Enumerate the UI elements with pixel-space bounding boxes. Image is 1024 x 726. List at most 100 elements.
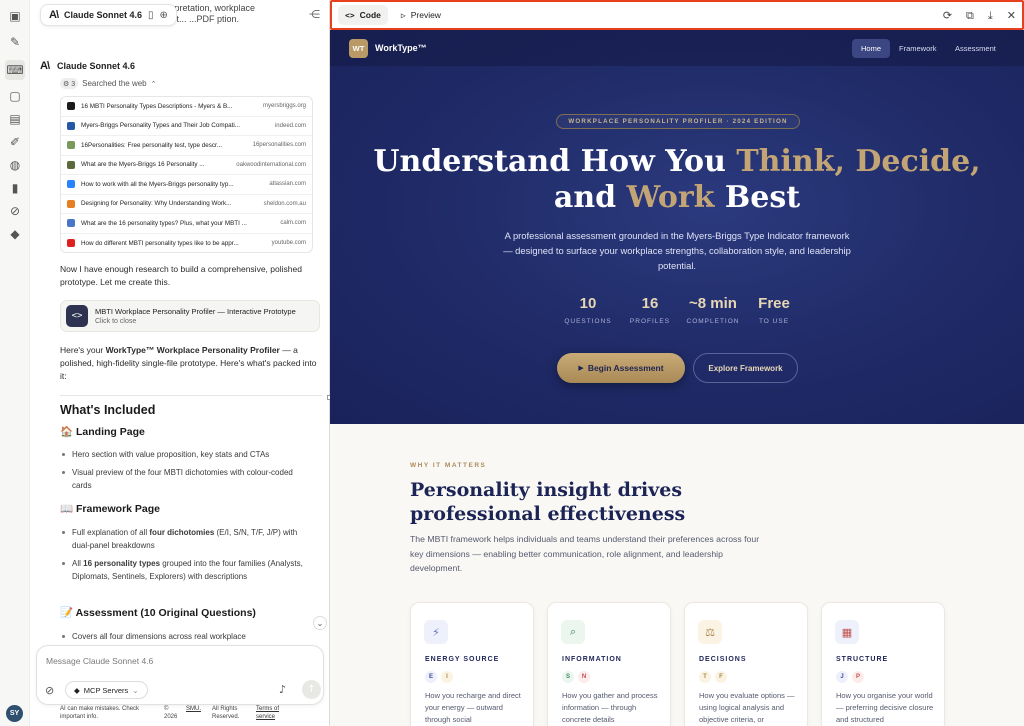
message-input[interactable] bbox=[46, 654, 306, 668]
letter-chip: T bbox=[699, 671, 711, 683]
response-paragraph: Here's your WorkType™ Workplace Personal… bbox=[60, 345, 317, 381]
site-logo-text[interactable]: WorkType™ bbox=[375, 43, 427, 53]
letter-chip: S bbox=[562, 671, 574, 683]
close-icon[interactable]: ✕ bbox=[1007, 9, 1016, 23]
documents-icon[interactable]: ▤ bbox=[7, 111, 23, 127]
nav-framework[interactable]: Framework bbox=[890, 39, 946, 58]
search-result-item[interactable]: How to work with all the Myers-Briggs pe… bbox=[61, 175, 312, 195]
explore-framework-button[interactable]: Explore Framework bbox=[693, 353, 798, 383]
stat-completion: ~8 min COMPLETION bbox=[686, 295, 740, 325]
search-result-domain: 16personalities.com bbox=[252, 142, 306, 149]
card-decisions[interactable]: ⚖ DECISIONS T F How you evaluate options… bbox=[684, 602, 808, 726]
bookmark-icon[interactable]: ▮ bbox=[7, 180, 23, 196]
rights: All Rights Reserved. bbox=[212, 706, 240, 720]
search-results-list: 16 MBTI Personality Types Descriptions -… bbox=[60, 96, 313, 253]
preview-pane: <> Code ▷ Preview ⟳ ⧉ ⤓ ✕ WT WorkType™ H… bbox=[330, 0, 1024, 726]
company-link[interactable]: SMU. bbox=[186, 706, 204, 726]
mcp-servers-button[interactable]: ◆ MCP Servers ⌄ bbox=[65, 681, 148, 699]
card-information[interactable]: ⌕ INFORMATION S N How you gather and pro… bbox=[547, 602, 671, 726]
preview-actions: ⟳ ⧉ ⤓ ✕ bbox=[943, 9, 1016, 23]
search-result-item[interactable]: Designing for Personality: Why Understan… bbox=[61, 195, 312, 214]
site-hero: WT WorkType™ Home Framework Assessment W… bbox=[330, 30, 1024, 424]
searched-web-toggle[interactable]: ⚙ 3 Searched the web ⌃ bbox=[60, 78, 157, 89]
search-result-item[interactable]: How do different MBTI personality types … bbox=[61, 234, 312, 253]
section-heading: What's Included bbox=[60, 403, 156, 417]
scales-icon: ⚖ bbox=[698, 620, 722, 644]
begin-assessment-button[interactable]: ▶ Begin Assessment bbox=[557, 353, 685, 383]
sidebar-toggle-icon[interactable]: ▣ bbox=[7, 8, 23, 24]
subheading-framework: 📖 Framework Page bbox=[60, 503, 161, 515]
code-icon: <> bbox=[66, 305, 88, 327]
why-it-matters-section: WHY IT MATTERS Personality insight drive… bbox=[330, 424, 1024, 726]
bookmark-icon[interactable]: ▯ bbox=[148, 10, 154, 21]
list-item: Visual preview of the four MBTI dichotom… bbox=[62, 466, 312, 492]
search-source-icons: ⚙ 3 bbox=[60, 78, 79, 89]
copy-icon[interactable]: ⧉ bbox=[966, 9, 974, 23]
hero-title-line2: and Work Best bbox=[553, 180, 801, 215]
edition-badge: WORKPLACE PERSONALITY PROFILER · 2024 ED… bbox=[556, 114, 800, 129]
chats-icon[interactable]: ⌨ bbox=[5, 60, 25, 80]
search-result-domain: calm.com bbox=[280, 220, 306, 227]
hero-title-line1: Understand How You Think, Decide, bbox=[373, 144, 981, 179]
search-result-item[interactable]: Myers-Briggs Personality Types and Their… bbox=[61, 117, 312, 136]
site-nav: WT WorkType™ Home Framework Assessment bbox=[330, 30, 1024, 66]
stat-questions: 10 QUESTIONS bbox=[564, 295, 612, 325]
search-result-title: What are the Myers-Briggs 16 Personality… bbox=[81, 161, 205, 169]
left-rail: ▣ ✎ ⌨ ▢ ▤ ✐ ◍ ▮ ⊘ ◆ SY bbox=[0, 0, 30, 726]
play-icon: ▷ bbox=[400, 10, 406, 20]
share-icon[interactable]: ⋲ bbox=[309, 8, 320, 21]
letter-chip: P bbox=[852, 671, 864, 683]
favicon-icon bbox=[67, 180, 75, 189]
nav-home[interactable]: Home bbox=[852, 39, 891, 58]
edit-icon[interactable]: ✐ bbox=[7, 134, 23, 150]
letter-chip: N bbox=[578, 671, 590, 683]
new-chat-icon[interactable]: ✎ bbox=[7, 34, 23, 50]
chevron-up-icon: ⌃ bbox=[150, 79, 157, 88]
code-icon: <> bbox=[345, 10, 355, 20]
plugin-icon[interactable]: ◆ bbox=[7, 226, 23, 242]
stat-profiles: 16 PROFILES bbox=[629, 295, 671, 325]
model-header-pill[interactable]: A\ Claude Sonnet 4.6 ▯ ⊕ bbox=[40, 4, 177, 26]
search-result-item[interactable]: What are the Myers-Briggs 16 Personality… bbox=[61, 156, 312, 175]
letter-chip: F bbox=[715, 671, 727, 683]
download-icon[interactable]: ⤓ bbox=[988, 9, 993, 23]
subheading-landing: 🏠 Landing Page bbox=[60, 426, 145, 438]
site-logo[interactable]: WT bbox=[349, 39, 368, 58]
send-button[interactable]: ↑ bbox=[302, 680, 321, 699]
section-body: The MBTI framework helps individuals and… bbox=[410, 534, 760, 573]
artifact-card[interactable]: <> MBTI Workplace Personality Profiler —… bbox=[60, 300, 320, 332]
avatar[interactable]: SY bbox=[6, 705, 23, 722]
terms-link[interactable]: Terms of service bbox=[256, 706, 288, 726]
search-result-item[interactable]: 16Personalities: Free personality test, … bbox=[61, 136, 312, 156]
copyright: © 2026 bbox=[164, 706, 178, 720]
tab-code[interactable]: <> Code bbox=[338, 5, 388, 25]
search-result-item[interactable]: What are the 16 personality types? Plus,… bbox=[61, 214, 312, 234]
favicon-icon bbox=[67, 199, 75, 208]
tab-preview[interactable]: ▷ Preview bbox=[394, 5, 448, 25]
paperclip-icon[interactable]: ⊘ bbox=[45, 684, 54, 697]
section-eyebrow: WHY IT MATTERS bbox=[410, 462, 487, 469]
anthropic-logo-icon: A\ bbox=[49, 9, 59, 21]
projects-icon[interactable]: ▢ bbox=[7, 88, 23, 104]
search-result-item[interactable]: 16 MBTI Personality Types Descriptions -… bbox=[61, 97, 312, 117]
lightning-icon: ⚡ bbox=[424, 620, 448, 644]
letter-chip: I bbox=[441, 671, 453, 683]
scroll-down-button[interactable]: ⌄ bbox=[313, 616, 327, 630]
chat-footer: AI can make mistakes. Check important in… bbox=[60, 706, 330, 726]
favicon-icon bbox=[67, 239, 75, 248]
refresh-icon[interactable]: ⟳ bbox=[943, 9, 952, 23]
globe-icon[interactable]: ◍ bbox=[7, 157, 23, 173]
letter-chip: J bbox=[836, 671, 848, 683]
card-structure[interactable]: ▦ STRUCTURE J P How you organise your wo… bbox=[821, 602, 945, 726]
disclaimer: AI can make mistakes. Check important in… bbox=[60, 706, 140, 720]
subheading-assessment: 📝 Assessment (10 Original Questions) bbox=[60, 607, 256, 619]
favicon-icon bbox=[67, 102, 75, 111]
microphone-icon[interactable]: ♪ bbox=[279, 683, 286, 696]
favicon-icon bbox=[67, 160, 75, 169]
attachment-icon[interactable]: ⊘ bbox=[7, 203, 23, 219]
nav-assessment[interactable]: Assessment bbox=[946, 39, 1005, 58]
artifact-title: MBTI Workplace Personality Profiler — In… bbox=[95, 306, 296, 316]
add-icon[interactable]: ⊕ bbox=[160, 10, 168, 21]
letter-chip: E bbox=[425, 671, 437, 683]
card-energy-source[interactable]: ⚡ ENERGY SOURCE E I How you recharge and… bbox=[410, 602, 534, 726]
